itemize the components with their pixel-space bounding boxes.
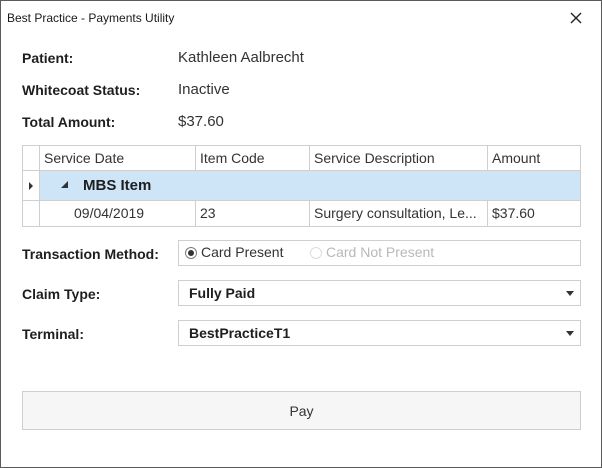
claim-type-label: Claim Type: [22, 286, 101, 302]
collapse-triangle-icon[interactable] [61, 181, 69, 189]
terminal-value: BestPracticeT1 [189, 325, 291, 341]
cell-item-code[interactable]: 23 [196, 201, 310, 227]
total-amount-label: Total Amount: [22, 114, 116, 130]
pay-button[interactable]: Pay [22, 391, 581, 430]
patient-name: Kathleen Aalbrecht [178, 49, 304, 66]
data-row-header[interactable] [23, 201, 40, 227]
service-items-grid: Service Date Item Code Service Descripti… [22, 145, 581, 227]
column-header-service-date[interactable]: Service Date [40, 146, 196, 171]
row-pointer-icon [29, 182, 33, 190]
cell-service-description[interactable]: Surgery consultation, Le... [310, 201, 488, 227]
column-header-service-description[interactable]: Service Description [310, 146, 488, 171]
whitecoat-status-label: Whitecoat Status: [22, 82, 141, 98]
window-title: Best Practice - Payments Utility [7, 11, 175, 25]
claim-type-value: Fully Paid [189, 285, 256, 301]
close-icon [570, 12, 582, 24]
group-row-mbs-item[interactable]: MBS Item [40, 171, 580, 201]
patient-label: Patient: [22, 50, 74, 66]
card-present-radio[interactable] [185, 247, 197, 259]
transaction-method-label: Transaction Method: [22, 246, 159, 262]
transaction-method-group: Card Present Card Not Present [178, 240, 581, 266]
payments-utility-window: Best Practice - Payments Utility Patient… [0, 0, 602, 468]
group-row-header[interactable] [23, 171, 40, 201]
column-header-item-code[interactable]: Item Code [196, 146, 310, 171]
cell-service-date[interactable]: 09/04/2019 [40, 201, 196, 227]
close-button[interactable] [561, 3, 591, 33]
terminal-dropdown[interactable]: BestPracticeT1 [178, 320, 581, 346]
chevron-down-icon [566, 331, 574, 336]
whitecoat-status-value: Inactive [178, 81, 230, 98]
card-not-present-label[interactable]: Card Not Present [326, 244, 434, 260]
terminal-label: Terminal: [22, 326, 84, 342]
grid-corner [23, 146, 40, 171]
group-label: MBS Item [83, 177, 152, 194]
total-amount-value: $37.60 [178, 113, 224, 130]
cell-amount[interactable]: $37.60 [488, 201, 580, 227]
claim-type-dropdown[interactable]: Fully Paid [178, 280, 581, 306]
card-present-label[interactable]: Card Present [201, 244, 283, 260]
column-header-amount[interactable]: Amount [488, 146, 580, 171]
card-not-present-radio[interactable] [310, 247, 322, 259]
title-bar: Best Practice - Payments Utility [1, 1, 601, 35]
chevron-down-icon [566, 291, 574, 296]
